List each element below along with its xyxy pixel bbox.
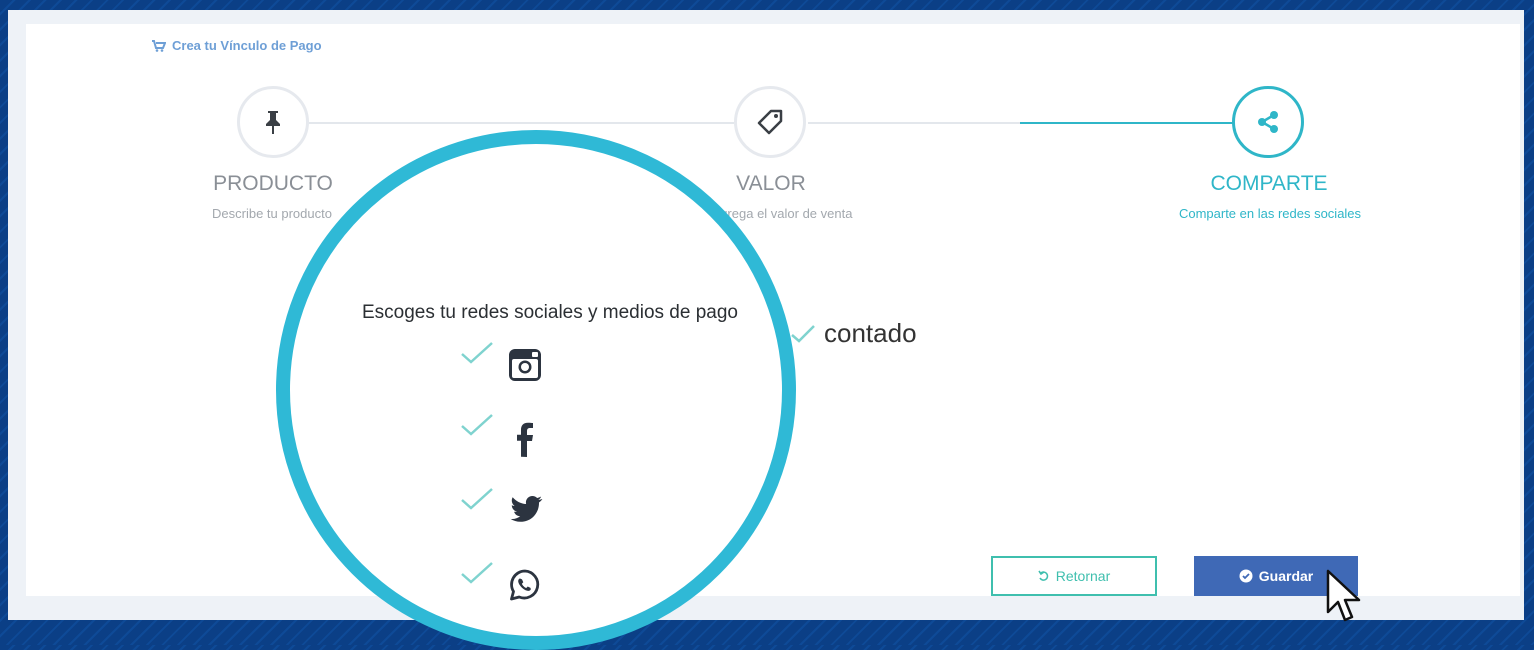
step-valor-circle[interactable] (734, 86, 806, 158)
pin-icon (266, 111, 280, 134)
whatsapp-icon (510, 569, 540, 601)
social-option-instagram[interactable] (460, 340, 580, 384)
facebook-icon (517, 422, 533, 457)
breadcrumb-label: Crea tu Vínculo de Pago (172, 38, 322, 53)
payment-option-label: contado (824, 318, 917, 348)
return-button-label: Retornar (1055, 568, 1111, 584)
share-icon (1258, 111, 1278, 133)
save-button-label: Guardar (1258, 568, 1314, 584)
check-icon (461, 414, 493, 436)
progress-line-3 (1020, 122, 1234, 124)
step-comparte-subtitle: Comparte en las redes sociales (1178, 206, 1362, 221)
breadcrumb[interactable]: Crea tu Vínculo de Pago (152, 38, 322, 53)
magnifier-callout: Escoges tu redes sociales y medios de pa… (276, 130, 796, 650)
step-comparte-circle[interactable] (1232, 86, 1304, 158)
mouse-cursor-icon (1326, 569, 1361, 622)
undo-icon (1038, 570, 1049, 581)
cart-icon (152, 39, 166, 52)
tag-icon (757, 109, 783, 135)
step-producto-title: PRODUCTO (213, 172, 333, 195)
step-producto-circle[interactable] (237, 86, 309, 158)
social-option-whatsapp[interactable] (460, 560, 580, 604)
check-circle-icon (1239, 569, 1253, 583)
check-icon (791, 324, 815, 343)
check-icon (461, 562, 493, 584)
twitter-icon (510, 496, 543, 522)
payment-option-contado[interactable]: contado (790, 318, 917, 349)
return-button[interactable]: Retornar (991, 556, 1157, 596)
social-selection-title: Escoges tu redes sociales y medios de pa… (362, 302, 738, 323)
progress-line-1 (308, 122, 734, 124)
check-icon (461, 342, 493, 364)
step-comparte-title: COMPARTE (1210, 172, 1328, 195)
social-option-twitter[interactable] (460, 486, 580, 530)
social-option-facebook[interactable] (460, 412, 580, 457)
progress-line-2 (808, 122, 1020, 124)
check-icon (461, 488, 493, 510)
instagram-icon (509, 349, 541, 381)
